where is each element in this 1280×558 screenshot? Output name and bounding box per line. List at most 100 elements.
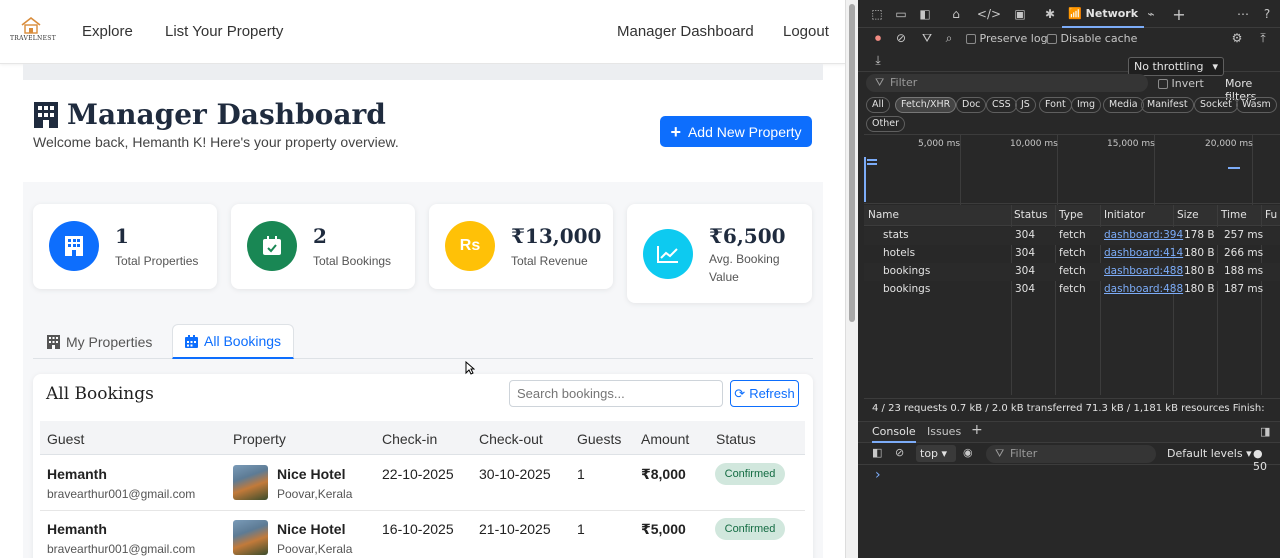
refresh-button[interactable]: ⟳ Refresh (730, 380, 799, 407)
inspect-icon[interactable]: ⬚ (868, 5, 886, 23)
network-timeline[interactable]: 5,000 ms 10,000 ms 15,000 ms 20,000 ms (864, 134, 1280, 205)
network-conditions-icon[interactable]: ⚙ (1228, 29, 1246, 47)
network-filter-input[interactable]: ⛛ Filter (866, 74, 1148, 92)
request-initiator[interactable]: dashboard:488 (1104, 265, 1183, 277)
invert-checkbox[interactable]: Invert (1158, 77, 1204, 90)
column-header-name[interactable]: Name (868, 209, 899, 221)
record-icon[interactable]: ⏺ (869, 29, 887, 47)
type-filter-wasm[interactable]: Wasm (1236, 97, 1277, 113)
table-row[interactable] (40, 456, 805, 511)
type-filter-other[interactable]: Other (866, 116, 905, 132)
dock-icon[interactable]: ◧ (916, 5, 934, 23)
request-initiator[interactable]: dashboard:414 (1104, 247, 1183, 259)
stat-label: Avg. Booking Value (709, 252, 780, 284)
type-filter-socket[interactable]: Socket (1194, 97, 1238, 113)
refresh-label: Refresh (749, 386, 795, 401)
type-filter-css[interactable]: CSS (986, 97, 1017, 113)
scrollbar-thumb[interactable] (849, 4, 855, 322)
checkin-date: 22-10-2025 (382, 466, 454, 482)
help-icon[interactable]: ? (1258, 5, 1276, 23)
nav-explore-link[interactable]: Explore (82, 23, 133, 40)
column-header-size[interactable]: Size (1177, 209, 1199, 221)
nav-manager-dashboard-link[interactable]: Manager Dashboard (617, 23, 754, 40)
building-icon (47, 334, 60, 349)
type-filter-fetch-xhr[interactable]: Fetch/XHR (895, 97, 957, 113)
page-scrollbar[interactable] (846, 0, 858, 558)
type-filter-media[interactable]: Media (1103, 97, 1144, 113)
request-row[interactable]: stats 304 fetch dashboard:394 178 B 257 … (864, 227, 1280, 245)
throttling-select[interactable]: No throttling ▾ (1128, 57, 1224, 76)
filter-icon: ⛛ (995, 447, 1005, 460)
request-row[interactable]: hotels 304 fetch dashboard:414 180 B 266… (864, 245, 1280, 263)
nav-logout-link[interactable]: Logout (783, 23, 829, 40)
debugger-icon[interactable]: ✱ (1041, 5, 1059, 23)
stat-value: ₹6,500 (709, 224, 786, 248)
request-row[interactable]: bookings 304 fetch dashboard:488 180 B 1… (864, 281, 1280, 299)
sidebar-toggle-icon[interactable]: ◧ (872, 446, 882, 459)
elements-icon[interactable]: </> (977, 5, 1001, 23)
performance-icon[interactable]: ⌁ (1142, 5, 1160, 23)
tab-console[interactable]: Console (872, 425, 916, 443)
console-filter-input[interactable]: ⛛ Filter (986, 445, 1156, 463)
request-name: stats (883, 229, 909, 241)
mouse-cursor-icon (465, 361, 475, 375)
home-icon[interactable]: ⌂ (947, 5, 965, 23)
column-header-time[interactable]: Time (1221, 209, 1247, 221)
property-location: Poovar,Kerala (277, 487, 353, 501)
device-toggle-icon[interactable]: ▭ (892, 5, 910, 23)
clear-icon[interactable]: ⊘ (892, 29, 910, 47)
add-tab-icon[interactable]: + (1170, 5, 1188, 24)
tab-network[interactable]: 📶 Network (1062, 0, 1144, 28)
eye-icon[interactable]: ◉ (963, 446, 973, 459)
refresh-icon: ⟳ (734, 385, 746, 401)
type-filter-font[interactable]: Font (1039, 97, 1072, 113)
log-levels-select[interactable]: Default levels ▾ (1167, 447, 1252, 460)
type-filter-doc[interactable]: Doc (956, 97, 987, 113)
timeline-label: 20,000 ms (1205, 139, 1253, 149)
import-icon[interactable]: ⤒ (1254, 29, 1272, 47)
stat-label: Total Bookings (313, 254, 392, 268)
timeline-label: 5,000 ms (918, 139, 961, 149)
nav-list-property-link[interactable]: List Your Property (165, 23, 283, 40)
timeline-bar (864, 157, 866, 202)
console-icon[interactable]: ▣ (1011, 5, 1029, 23)
request-type: fetch (1059, 265, 1086, 277)
search-bookings-input[interactable] (509, 380, 723, 407)
console-prompt[interactable]: › (875, 467, 881, 483)
filter-toggle-icon[interactable]: ⛛ (918, 29, 936, 47)
context-select[interactable]: top ▾ (916, 445, 956, 462)
column-header-initiator[interactable]: Initiator (1104, 209, 1145, 221)
more-icon[interactable]: ⋯ (1234, 5, 1252, 23)
disable-cache-label: Disable cache (1060, 32, 1138, 45)
type-filter-img[interactable]: Img (1071, 97, 1102, 113)
brand-logo[interactable]: TRAVELNEST (10, 16, 56, 48)
disable-cache-checkbox[interactable]: Disable cache (1047, 32, 1137, 45)
request-initiator[interactable]: dashboard:394 (1104, 229, 1183, 241)
tab-issues[interactable]: Issues (927, 425, 961, 438)
top-strip (23, 64, 823, 80)
tab-my-properties[interactable]: My Properties (35, 324, 164, 359)
request-row[interactable]: bookings 304 fetch dashboard:488 180 B 1… (864, 263, 1280, 281)
request-size: 180 B (1184, 247, 1215, 259)
request-initiator[interactable]: dashboard:488 (1104, 283, 1183, 295)
type-filter-manifest[interactable]: Manifest (1141, 97, 1194, 113)
clear-console-icon[interactable]: ⊘ (895, 446, 904, 459)
devtools-panel: ⬚ ▭ ◧ ⌂ </> ▣ ✱ 📶 Network ⌁ + ⋯ ? ⏺ ⊘ ⛛ … (858, 0, 1280, 558)
column-header-status[interactable]: Status (1014, 209, 1047, 221)
drawer-tabbar: Console Issues + ◨ (858, 421, 1280, 443)
message-count-badge: ● 50 (1253, 447, 1267, 473)
tab-all-bookings[interactable]: All Bookings (172, 324, 295, 359)
column-header-type[interactable]: Type (1059, 209, 1083, 221)
type-filter-js[interactable]: JS (1015, 97, 1036, 113)
brand-name: TRAVELNEST (10, 35, 56, 42)
type-filter-all[interactable]: All (866, 97, 890, 113)
preserve-log-checkbox[interactable]: Preserve log (966, 32, 1048, 45)
add-new-property-button[interactable]: + Add New Property (660, 116, 812, 147)
dock-drawer-icon[interactable]: ◨ (1260, 425, 1270, 438)
add-drawer-tab-icon[interactable]: + (971, 422, 983, 438)
request-time: 188 ms (1224, 265, 1264, 277)
request-name: bookings (883, 265, 931, 277)
column-header-fulfilled[interactable]: Fu (1265, 209, 1277, 221)
search-icon[interactable]: ⌕ (940, 29, 958, 47)
export-icon[interactable]: ⤓ (869, 51, 887, 69)
